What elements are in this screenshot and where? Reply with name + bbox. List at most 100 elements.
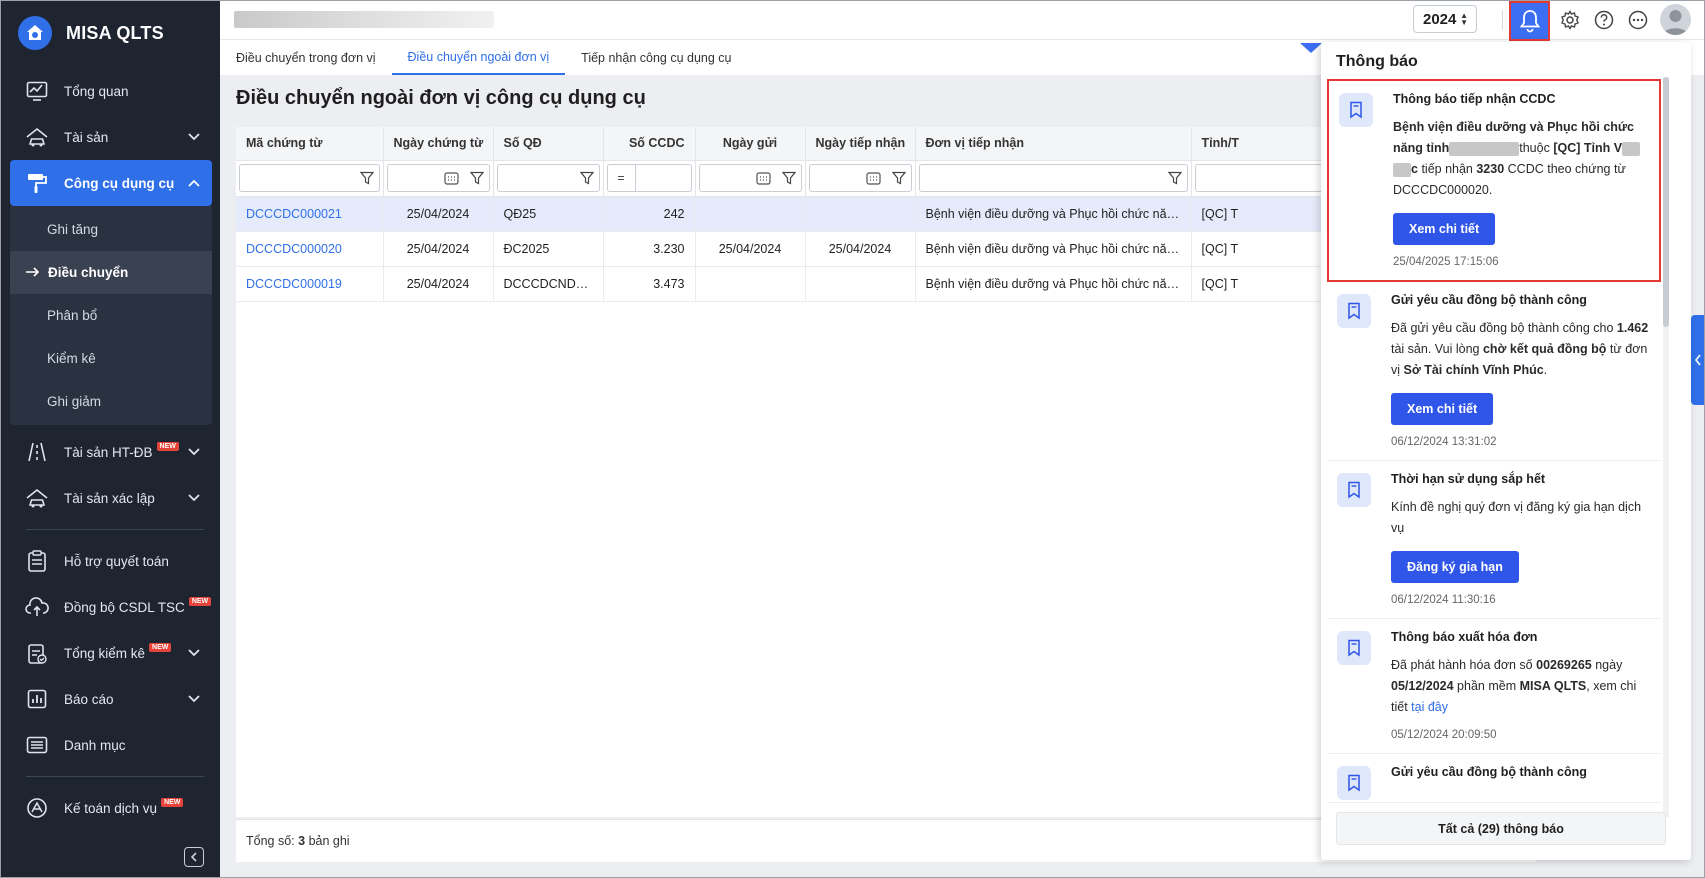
help-button[interactable] (1592, 8, 1616, 32)
filter-icon[interactable] (891, 171, 906, 188)
column-header[interactable]: Ngày gửi (695, 127, 806, 161)
nav-tong-quan[interactable]: Tổng quan (2, 68, 220, 114)
nav-tai-san-xac-lap[interactable]: Tài sản xác lập (2, 475, 220, 521)
notification-item[interactable]: Thông báo tiếp nhận CCDC Bệnh viện điều … (1327, 79, 1661, 282)
filter-icon[interactable] (1167, 171, 1182, 188)
nav-tai-san-ht-db[interactable]: Tài sản HT-ĐB NEW (2, 429, 220, 475)
cell-ngay-tiep-nhan (805, 266, 916, 302)
settings-button[interactable] (1558, 8, 1582, 32)
app-name: MISA QLTS (66, 22, 164, 43)
collapse-sidebar-button[interactable] (184, 847, 204, 867)
notification-item[interactable]: Thời hạn sử dụng sắp hết Kính đề nghị qu… (1327, 461, 1661, 619)
filter-icon[interactable] (579, 171, 594, 188)
text: tiếp nhận (1421, 162, 1473, 176)
filter-input-ngay-chung-tu[interactable] (386, 164, 490, 192)
new-badge: NEW (161, 797, 184, 807)
page-title: Điều chuyển ngoài đơn vị công cụ dụng cụ (236, 87, 646, 109)
filter-input-so-ccdc[interactable]: = (606, 164, 692, 192)
all-notifications-button[interactable]: Tất cả (29) thông báo (1336, 812, 1666, 845)
text: MISA QLTS (1519, 679, 1587, 693)
chevron-up-icon (188, 175, 200, 190)
submenu-phan-bo[interactable]: Phân bổ (10, 294, 212, 337)
nav-label: Công cụ dụng cụ (64, 175, 175, 191)
cell-so-ccdc: 242 (603, 196, 696, 232)
side-panel-toggle[interactable] (1691, 315, 1705, 405)
new-badge: NEW (188, 596, 212, 606)
nav-cong-cu-dung-cu[interactable]: Công cụ dụng cụ (10, 160, 212, 206)
notification-item[interactable]: Gửi yêu cầu đồng bộ thành công Đã gửi yê… (1327, 282, 1661, 461)
view-detail-button[interactable]: Xem chi tiết (1393, 213, 1496, 245)
bookmark-icon (1337, 294, 1371, 328)
filter-input-so-qd[interactable] (496, 164, 600, 192)
submenu-kiem-ke[interactable]: Kiểm kê (10, 337, 212, 380)
nav-danh-muc[interactable]: Danh mục (2, 722, 220, 768)
sidebar-divider (26, 776, 204, 777)
notification-body: Đã gửi yêu cầu đồng bộ thành công cho 1.… (1391, 318, 1651, 381)
nav-dong-bo-csdl-tsc[interactable]: Đồng bộ CSDL TSC NEW (2, 584, 220, 630)
tab-tiep-nhan-cong-cu-dung-cu[interactable]: Tiếp nhận công cụ dụng cụ (565, 40, 747, 75)
submenu-ghi-giam[interactable]: Ghi giảm (10, 380, 212, 423)
submenu-dieu-chuyen[interactable]: Điều chuyển (10, 251, 212, 294)
column-header[interactable]: Số CCDC (603, 127, 696, 161)
calendar-icon[interactable] (865, 171, 881, 188)
column-header[interactable]: Số QĐ (493, 127, 604, 161)
bookmark-icon (1339, 93, 1373, 127)
chevron-left-icon (1694, 354, 1701, 366)
chevron-down-icon (188, 691, 200, 706)
top-bar: 2024 ▲ ▼ (220, 0, 1705, 41)
filter-input-ma-chung-tu[interactable] (239, 164, 380, 192)
filter-icon[interactable] (781, 171, 796, 188)
filter-input-don-vi-tiep-nhan[interactable] (918, 164, 1188, 192)
cell-ngay-tiep-nhan (805, 196, 916, 232)
notification-list: Thông báo tiếp nhận CCDC Bệnh viện điều … (1321, 77, 1691, 847)
chevron-left-icon (190, 852, 197, 862)
filter-icon[interactable] (359, 171, 374, 188)
notification-time: 06/12/2024 13:31:02 (1391, 436, 1497, 448)
cell-ma-chung-tu[interactable]: DCCCDC000021 (236, 196, 384, 232)
notification-button[interactable] (1509, 1, 1550, 41)
view-detail-button[interactable]: Xem chi tiết (1391, 393, 1494, 425)
renew-button[interactable]: Đăng ký gia hạn (1391, 551, 1519, 583)
invoice-link[interactable]: tại đây (1411, 700, 1448, 714)
chevron-down-icon (188, 129, 200, 144)
text: 1.462 (1616, 321, 1649, 335)
nav-bao-cao[interactable]: Báo cáo (2, 676, 220, 722)
tab-dieu-chuyen-ngoai-don-vi[interactable]: Điều chuyển ngoài đơn vị (391, 40, 566, 75)
notification-heading: Gửi yêu cầu đồng bộ thành công (1391, 765, 1587, 779)
redacted-text (1622, 141, 1641, 156)
logo[interactable]: MISA QLTS (2, 0, 220, 66)
cell-ma-chung-tu[interactable]: DCCCDC000020 (236, 231, 384, 267)
more-button[interactable] (1626, 8, 1650, 32)
paint-roller-icon (24, 170, 50, 196)
tab-dieu-chuyen-trong-don-vi[interactable]: Điều chuyển trong đơn vị (220, 40, 392, 75)
avatar[interactable] (1660, 4, 1691, 35)
filter-operator[interactable]: = (608, 165, 636, 191)
calendar-icon[interactable] (443, 171, 459, 188)
column-header[interactable]: Ngày chứng từ (383, 127, 494, 161)
column-header[interactable]: Đơn vị tiếp nhận (915, 127, 1192, 161)
filter-input-ngay-gui[interactable] (698, 164, 802, 192)
nav-ho-tro-quyet-toan[interactable]: Hỗ trợ quyết toán (2, 538, 220, 584)
bookmark-icon (1337, 473, 1371, 507)
scrollbar-thumb[interactable] (1663, 77, 1669, 327)
calendar-icon[interactable] (755, 171, 771, 188)
notification-scrollbar[interactable] (1663, 77, 1669, 817)
cell-ma-chung-tu[interactable]: DCCCDC000019 (236, 266, 384, 302)
column-header[interactable]: Ngày tiếp nhận (805, 127, 916, 161)
notification-item[interactable]: Thông báo xuất hóa đơn Đã phát hành hóa … (1327, 619, 1661, 754)
nav-tai-san[interactable]: Tài sản (2, 114, 220, 160)
cell-ngay-tiep-nhan: 25/04/2024 (805, 231, 916, 267)
notification-heading: Thời hạn sử dụng sắp hết (1391, 472, 1546, 486)
filter-input-ngay-tiep-nhan[interactable] (808, 164, 912, 192)
filter-icon[interactable] (469, 171, 484, 188)
year-selector[interactable]: 2024 ▲ ▼ (1413, 5, 1477, 33)
accounting-icon (24, 795, 50, 821)
column-header[interactable]: Mã chứng từ (236, 127, 384, 161)
spinner-arrows-icon[interactable]: ▲ ▼ (1460, 12, 1468, 27)
nav-label: Kế toán dịch vụ (64, 800, 158, 816)
nav-tong-kiem-ke[interactable]: Tổng kiểm kê NEW (2, 630, 220, 676)
nav-ke-toan-dich-vu[interactable]: Kế toán dịch vụ NEW (2, 785, 220, 831)
notification-item[interactable]: Gửi yêu cầu đồng bộ thành công (1327, 754, 1661, 803)
total-count: 3 (298, 834, 306, 848)
submenu-ghi-tang[interactable]: Ghi tăng (10, 208, 212, 251)
